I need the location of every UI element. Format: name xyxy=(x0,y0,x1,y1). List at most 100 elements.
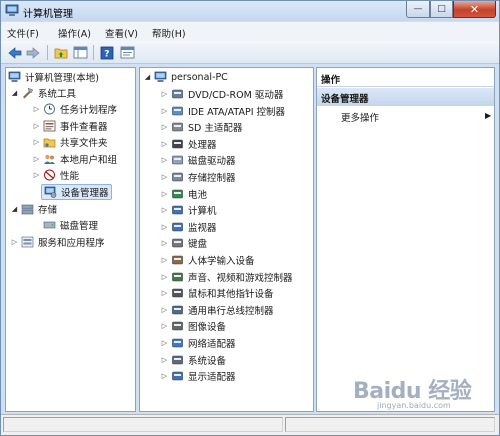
menu-action[interactable]: 操作(A) xyxy=(58,26,91,40)
tree-item-storage[interactable]: ◢ 存储 xyxy=(10,201,57,217)
device-category-item[interactable]: ▷ 人体学输入设备 xyxy=(160,252,255,268)
expand-arrow-icon[interactable]: ▷ xyxy=(32,167,41,183)
title-bar[interactable]: 计算机管理 — □ ✕ xyxy=(1,1,499,21)
expand-arrow-icon[interactable]: ▷ xyxy=(160,186,169,202)
expand-arrow-icon[interactable]: ▷ xyxy=(160,152,169,168)
performance-icon xyxy=(44,169,55,181)
tree-item-task-scheduler[interactable]: ▷ 任务计划程序 xyxy=(32,101,117,117)
device-category-item[interactable]: ▷ 鼠标和其他指针设备 xyxy=(160,285,274,301)
device-root-personal-pc[interactable]: ◢ personal-PC xyxy=(143,69,228,85)
menu-help[interactable]: 帮助(H) xyxy=(152,26,186,40)
minimize-button[interactable]: — xyxy=(406,1,430,18)
expand-arrow-icon[interactable]: ▷ xyxy=(160,318,169,334)
device-category-item[interactable]: ▷ 系统设备 xyxy=(160,352,226,368)
show-hide-tree-icon[interactable] xyxy=(72,45,88,60)
expand-arrow-icon[interactable]: ▷ xyxy=(32,118,41,134)
tree-item-event-viewer[interactable]: ▷ 事件查看器 xyxy=(32,118,108,134)
device-tree-pane[interactable]: ◢ personal-PC ▷ DVD/CD-ROM 驱动器 ▷ IDE ATA/AT… xyxy=(139,67,314,412)
device-category-item[interactable]: ▷ 键盘 xyxy=(160,235,207,251)
device-category-item[interactable]: ▷ 显示适配器 xyxy=(160,368,236,384)
device-category-label: 键盘 xyxy=(188,239,208,251)
tree-item-disk-management[interactable]: 磁盘管理 xyxy=(41,217,98,233)
device-root-label: personal-PC xyxy=(171,71,228,83)
device-category-item[interactable]: ▷ 磁盘驱动器 xyxy=(160,152,236,168)
expand-arrow-icon[interactable]: ▷ xyxy=(160,368,169,384)
imaging-icon xyxy=(172,322,183,331)
device-category-label: IDE ATA/ATAPI 控制器 xyxy=(188,106,286,118)
forward-arrow-icon[interactable] xyxy=(25,45,41,60)
expand-arrow-icon[interactable]: ▷ xyxy=(10,234,19,250)
device-category-item[interactable]: ▷ 图像设备 xyxy=(160,318,226,334)
submenu-arrow-icon[interactable]: ▶ xyxy=(485,111,491,120)
tree-item-shared-folders[interactable]: ▷ 共享文件夹 xyxy=(32,134,108,150)
device-category-label: 声音、视频和游戏控制器 xyxy=(188,272,293,284)
device-category-label: 电池 xyxy=(188,189,208,201)
device-category-item[interactable]: ▷ 网络适配器 xyxy=(160,335,236,351)
tree-item-device-manager[interactable]: 设备管理器 xyxy=(41,184,112,200)
menu-bar: 文件(F) 操作(A) 查看(V) 帮助(H) xyxy=(1,22,499,41)
collapse-arrow-icon[interactable]: ◢ xyxy=(10,85,19,101)
expand-arrow-icon[interactable]: ▷ xyxy=(160,352,169,368)
processor-icon xyxy=(172,139,183,149)
expand-arrow-icon[interactable]: ▷ xyxy=(160,285,169,301)
tree-item-local-users-groups[interactable]: ▷ 本地用户和组 xyxy=(32,151,117,167)
tree-item-system-tools[interactable]: ◢ 系统工具 xyxy=(10,85,76,101)
expand-arrow-icon[interactable]: ▷ xyxy=(160,302,169,318)
baidu-jingyan-watermark: Baidu 经验 jingyan.baidu.com xyxy=(353,373,488,411)
tree-item-performance[interactable]: ▷ 性能 xyxy=(32,167,79,183)
device-category-item[interactable]: ▷ 处理器 xyxy=(160,136,217,152)
collapse-arrow-icon[interactable]: ◢ xyxy=(10,201,19,217)
expand-arrow-icon[interactable]: ▷ xyxy=(160,86,169,102)
properties-icon[interactable] xyxy=(119,45,135,60)
expand-arrow-icon[interactable]: ▷ xyxy=(160,335,169,351)
computer-icon xyxy=(172,205,183,215)
device-category-label: 人体学输入设备 xyxy=(188,256,255,267)
device-category-item[interactable]: ▷ DVD/CD-ROM 驱动器 xyxy=(160,86,283,102)
toolbar-separator xyxy=(93,45,94,60)
expand-arrow-icon[interactable]: ▷ xyxy=(160,269,169,285)
actions-group-device-manager[interactable]: 设备管理器 xyxy=(317,88,494,106)
expand-arrow-icon[interactable]: ▷ xyxy=(160,252,169,268)
device-category-item[interactable]: ▷ IDE ATA/ATAPI 控制器 xyxy=(160,103,285,119)
menu-view[interactable]: 查看(V) xyxy=(105,26,138,40)
expand-arrow-icon[interactable]: ▷ xyxy=(32,151,41,167)
expand-arrow-icon[interactable]: ▷ xyxy=(160,235,169,251)
close-button[interactable]: ✕ xyxy=(453,1,496,18)
tree-item-services-applications[interactable]: ▷ 服务和应用程序 xyxy=(10,234,105,250)
menu-file[interactable]: 文件(F) xyxy=(7,26,39,40)
expand-arrow-icon[interactable]: ▷ xyxy=(32,101,41,117)
back-arrow-icon[interactable] xyxy=(7,45,23,60)
up-folder-icon[interactable] xyxy=(53,45,69,60)
disk-drive-icon xyxy=(172,156,183,165)
console-tree-pane[interactable]: 计算机管理(本地) ◢ 系统工具 ▷ 任务计划程序 ▷ 事件查看器 ▷ 共享文件… xyxy=(5,67,136,412)
expand-arrow-icon[interactable]: ▷ xyxy=(160,169,169,185)
device-category-item[interactable]: ▷ 存储控制器 xyxy=(160,169,236,185)
toolbar: ? xyxy=(1,41,499,64)
help-icon[interactable]: ? xyxy=(99,45,115,60)
tree-item-computer-management[interactable]: 计算机管理(本地) xyxy=(8,69,99,85)
device-category-item[interactable]: ▷ 监视器 xyxy=(160,219,217,235)
expand-arrow-icon[interactable]: ▷ xyxy=(160,219,169,235)
device-category-item[interactable]: ▷ 计算机 xyxy=(160,202,217,218)
device-category-label: 通用串行总线控制器 xyxy=(188,305,274,317)
device-category-label: 存储控制器 xyxy=(188,173,236,184)
expand-arrow-icon[interactable]: ▷ xyxy=(32,134,41,150)
tree-item-label: 本地用户和组 xyxy=(60,155,118,166)
device-category-item[interactable]: ▷ 电池 xyxy=(160,186,207,202)
more-actions-link[interactable]: 更多操作 xyxy=(341,110,379,124)
expand-arrow-icon[interactable]: ▷ xyxy=(160,119,169,135)
expand-arrow-icon[interactable]: ▷ xyxy=(160,202,169,218)
expand-arrow-icon[interactable]: ▷ xyxy=(160,136,169,152)
device-category-item[interactable]: ▷ 通用串行总线控制器 xyxy=(160,302,274,318)
services-icon xyxy=(21,236,34,248)
device-category-item[interactable]: ▷ SD 主适配器 xyxy=(160,119,242,135)
expand-arrow-icon[interactable]: ▷ xyxy=(160,103,169,119)
maximize-button[interactable]: □ xyxy=(430,1,453,18)
svg-text:?: ? xyxy=(104,49,109,59)
storage-controller-icon xyxy=(172,172,183,182)
computer-management-icon xyxy=(8,71,21,82)
device-category-label: 处理器 xyxy=(188,139,217,151)
device-category-label: 磁盘驱动器 xyxy=(188,156,236,168)
device-category-item[interactable]: ▷ 声音、视频和游戏控制器 xyxy=(160,269,293,285)
collapse-arrow-icon[interactable]: ◢ xyxy=(143,69,152,85)
